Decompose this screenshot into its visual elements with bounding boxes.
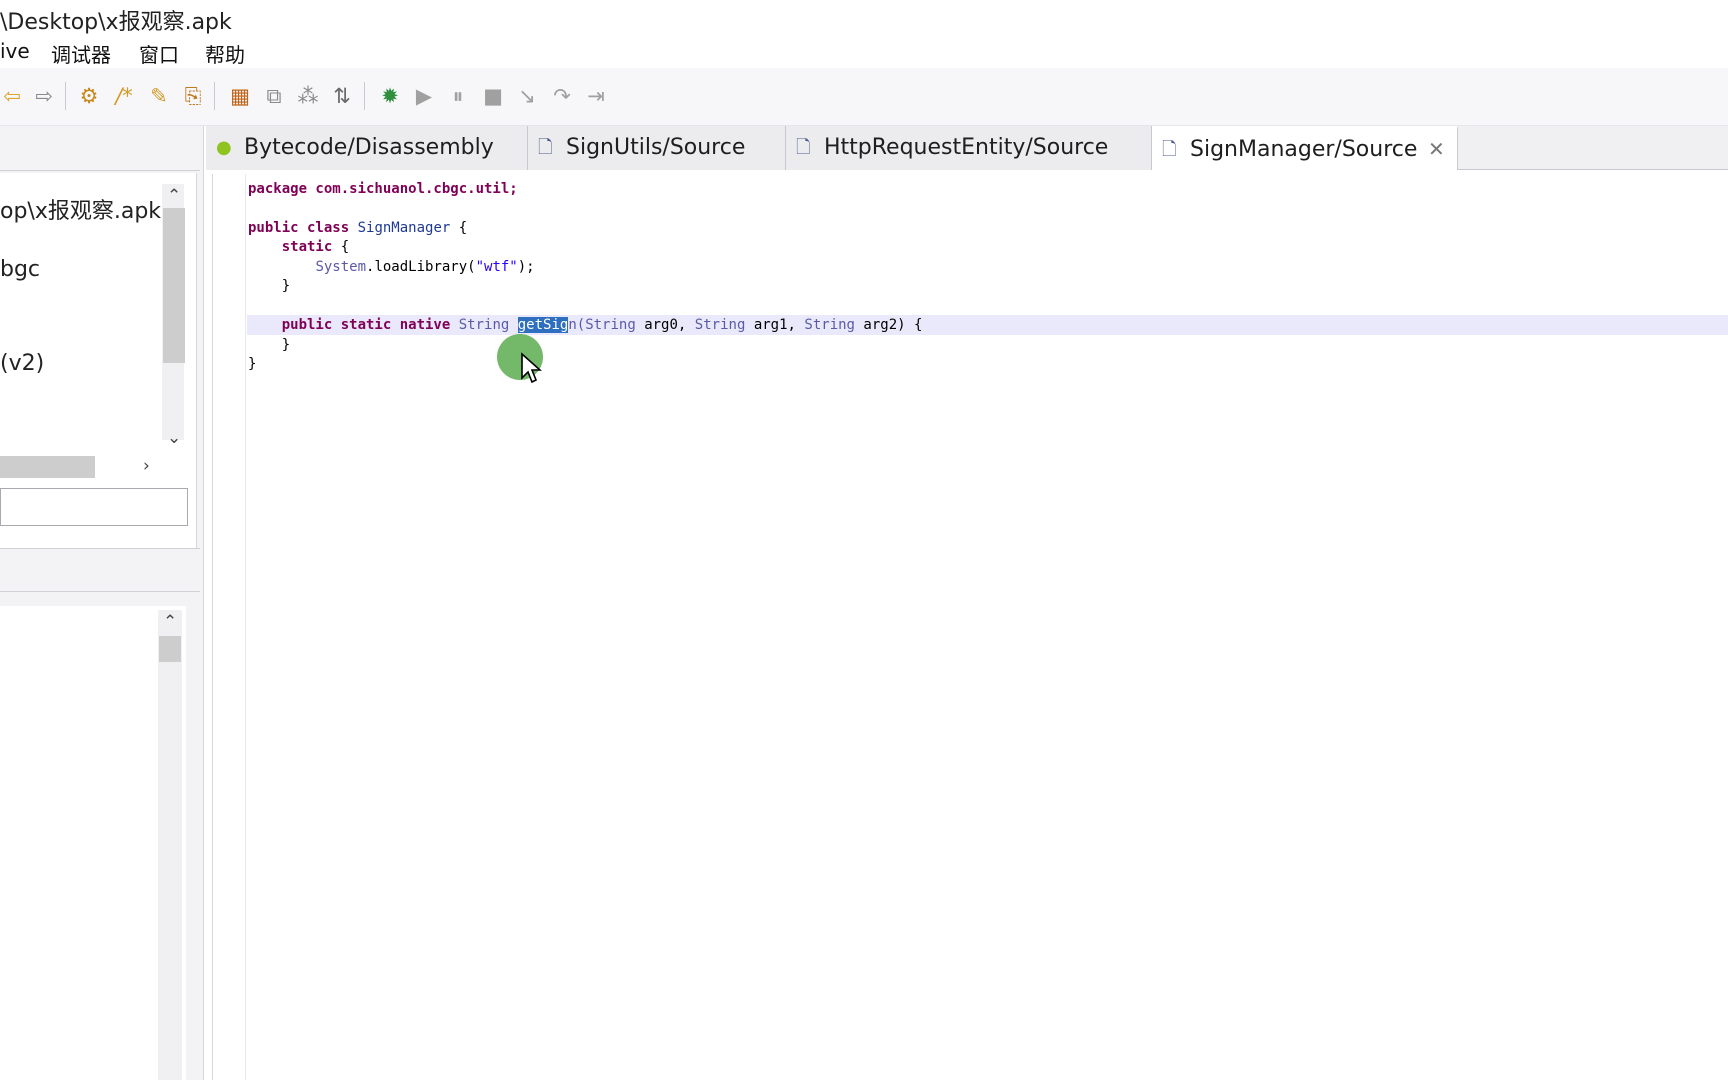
scroll-up-arrow-icon[interactable]: ⌃: [163, 612, 177, 632]
tree-item-package[interactable]: bgc: [0, 257, 40, 282]
menu-item-native[interactable]: ive: [0, 39, 30, 63]
code-editor[interactable]: package com.sichuanol.cbgc.util; public …: [212, 174, 1728, 1080]
project-panel-tab-strip: [0, 126, 200, 171]
stop-icon[interactable]: ■: [479, 82, 507, 110]
code-token: arg2) {: [863, 317, 923, 333]
tab-label: SignUtils/Source: [566, 135, 746, 160]
tab-label: SignManager/Source: [1190, 137, 1418, 162]
tab-label: Bytecode/Disassembly: [244, 135, 494, 160]
code-line: }: [248, 277, 290, 296]
tab-signutils-source[interactable]: 🗋 SignUtils/Source: [528, 126, 786, 170]
code-token: );: [517, 259, 535, 275]
code-type: String: [458, 317, 510, 333]
pause-icon[interactable]: ⏸: [444, 82, 472, 110]
code-string: "wtf": [475, 259, 518, 275]
scroll-up-arrow-icon[interactable]: ⌃: [167, 186, 181, 206]
code-type: String: [694, 317, 746, 333]
toolbar-separator: [65, 82, 66, 110]
menu-bar: ive 调试器 窗口 帮助: [0, 34, 1728, 68]
comment-icon[interactable]: /*: [110, 82, 138, 110]
filter-input[interactable]: [0, 488, 188, 526]
code-token: n(: [568, 317, 586, 333]
code-token: .loadLibrary(: [366, 259, 476, 275]
code-token: }: [281, 337, 291, 353]
rename-icon[interactable]: ✎: [145, 82, 173, 110]
code-line: }: [248, 336, 290, 355]
android-icon: ●: [216, 137, 232, 158]
selected-method-name[interactable]: getSig: [517, 317, 569, 333]
source-file-icon: 🗋: [538, 137, 553, 158]
sort-icon[interactable]: ⇅: [328, 82, 356, 110]
graph-icon[interactable]: ⁂: [294, 82, 322, 110]
step-into-icon[interactable]: ↘: [513, 82, 541, 110]
resume-icon[interactable]: ▶: [410, 82, 438, 110]
source-file-icon: 🗋: [1162, 139, 1177, 160]
code-keyword: public static native: [281, 317, 451, 333]
toolbar-separator: [214, 82, 215, 110]
structure-icon[interactable]: ▦: [226, 82, 254, 110]
code-token: {: [340, 239, 350, 255]
editor-gutter: [213, 174, 246, 1080]
project-tree-vscroll-thumb[interactable]: [163, 208, 185, 363]
tab-httprequestentity-source[interactable]: 🗋 HttpRequestEntity/Source: [786, 126, 1152, 170]
code-token: arg1,: [753, 317, 796, 333]
step-over-icon[interactable]: ↷: [548, 82, 576, 110]
code-keyword: public class: [248, 220, 350, 236]
toolbar: ⇦ ⇨ ⚙ /* ✎ ⎘ ▦ ⧉ ⁂ ⇅ ✹ ▶ ⏸ ■ ↘ ↷ ⇥: [0, 68, 1728, 126]
code-type: String: [804, 317, 855, 333]
code-token: arg0,: [644, 317, 687, 333]
editor-tab-bar: ● Bytecode/Disassembly 🗋 SignUtils/Sourc…: [206, 126, 1728, 170]
lower-panel-vscrollbar[interactable]: [158, 610, 182, 1080]
scroll-down-arrow-icon[interactable]: ⌄: [167, 428, 181, 448]
code-line: static {: [248, 238, 349, 257]
code-line: System.loadLibrary("wtf");: [248, 258, 535, 277]
hierarchy-icon[interactable]: ⧉: [260, 82, 288, 110]
project-tree-hscroll-thumb[interactable]: [0, 456, 95, 478]
step-out-icon[interactable]: ⇥: [582, 82, 610, 110]
code-type: System: [315, 259, 367, 275]
lower-panel-tab-strip: [0, 548, 200, 592]
toolbar-separator: [364, 82, 365, 110]
tree-item-signature[interactable]: (v2): [0, 351, 44, 376]
code-line: package com.sichuanol.cbgc.util;: [248, 180, 518, 199]
code-token: }: [281, 278, 291, 294]
debug-icon[interactable]: ✹: [376, 82, 404, 110]
code-token: }: [248, 356, 257, 372]
menu-item-debugger[interactable]: 调试器: [51, 39, 111, 68]
title-bar: \Desktop\x报观察.apk: [0, 0, 1728, 35]
code-type: String: [585, 317, 636, 333]
tab-bytecode-disassembly[interactable]: ● Bytecode/Disassembly: [206, 126, 528, 170]
close-icon[interactable]: ✕: [1428, 137, 1445, 161]
back-arrow-icon[interactable]: ⇦: [0, 82, 26, 110]
scroll-right-arrow-icon[interactable]: ›: [143, 456, 150, 476]
code-line: public class SignManager {: [248, 219, 467, 238]
tree-item-apk[interactable]: op\x报观察.apk: [0, 193, 161, 225]
tab-label: HttpRequestEntity/Source: [824, 135, 1109, 160]
code-class-name: SignManager: [357, 220, 451, 236]
forward-arrow-icon[interactable]: ⇨: [30, 82, 58, 110]
mouse-pointer-icon: [521, 352, 542, 384]
menu-item-window[interactable]: 窗口: [139, 39, 179, 68]
lower-panel-vscroll-thumb[interactable]: [159, 636, 181, 662]
window-title: \Desktop\x报观察.apk: [0, 10, 232, 35]
code-token: package com.sichuanol.cbgc.util;: [248, 181, 518, 197]
navigate-icon[interactable]: ⎘: [179, 82, 207, 110]
source-file-icon: 🗋: [796, 137, 811, 158]
code-keyword: static: [281, 239, 333, 255]
tab-signmanager-source[interactable]: 🗋 SignManager/Source ✕: [1152, 126, 1458, 170]
menu-item-help[interactable]: 帮助: [205, 39, 245, 68]
code-line: public static native String getSign(Stri…: [248, 316, 922, 335]
decompile-icon[interactable]: ⚙: [75, 82, 103, 110]
code-line: }: [248, 355, 256, 374]
code-token: {: [458, 220, 468, 236]
